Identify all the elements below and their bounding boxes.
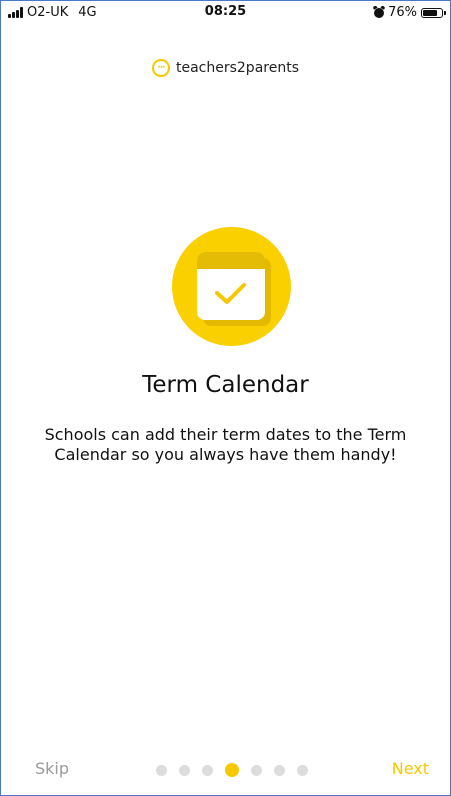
page-dot-active: [225, 763, 239, 777]
alarm-icon: [374, 7, 385, 18]
page-title: Term Calendar: [142, 372, 309, 398]
page-dot: [251, 764, 262, 776]
brand-header: ··· teachers2parents: [1, 59, 450, 77]
next-button[interactable]: Next: [392, 759, 429, 778]
chat-bubble-dots-icon: ···: [151, 59, 170, 77]
calendar-header: [197, 252, 265, 269]
hero-illustration: [172, 227, 291, 346]
page-dot: [179, 764, 190, 776]
status-right: 76%: [374, 5, 446, 20]
onboarding-screen: O2-UK 4G 08:25 76% ··· teachers2parents …: [0, 0, 451, 796]
battery-fill: [423, 9, 437, 16]
status-bar: O2-UK 4G 08:25 76%: [1, 1, 450, 23]
page-dot: [297, 764, 308, 776]
page-dot: [156, 764, 167, 776]
checkmark-icon: [215, 283, 246, 304]
battery-percent: 76%: [388, 5, 417, 20]
page-dot: [274, 764, 285, 776]
page-indicator: [156, 763, 308, 777]
page-description: Schools can add their term dates to the …: [44, 425, 407, 464]
skip-button[interactable]: Skip: [35, 759, 69, 778]
calendar-check-icon: [197, 252, 265, 320]
battery-icon: [421, 7, 446, 18]
page-dot: [202, 764, 213, 776]
onboarding-navigation: Skip Next: [1, 757, 450, 781]
brand-name: teachers2parents: [175, 60, 299, 76]
